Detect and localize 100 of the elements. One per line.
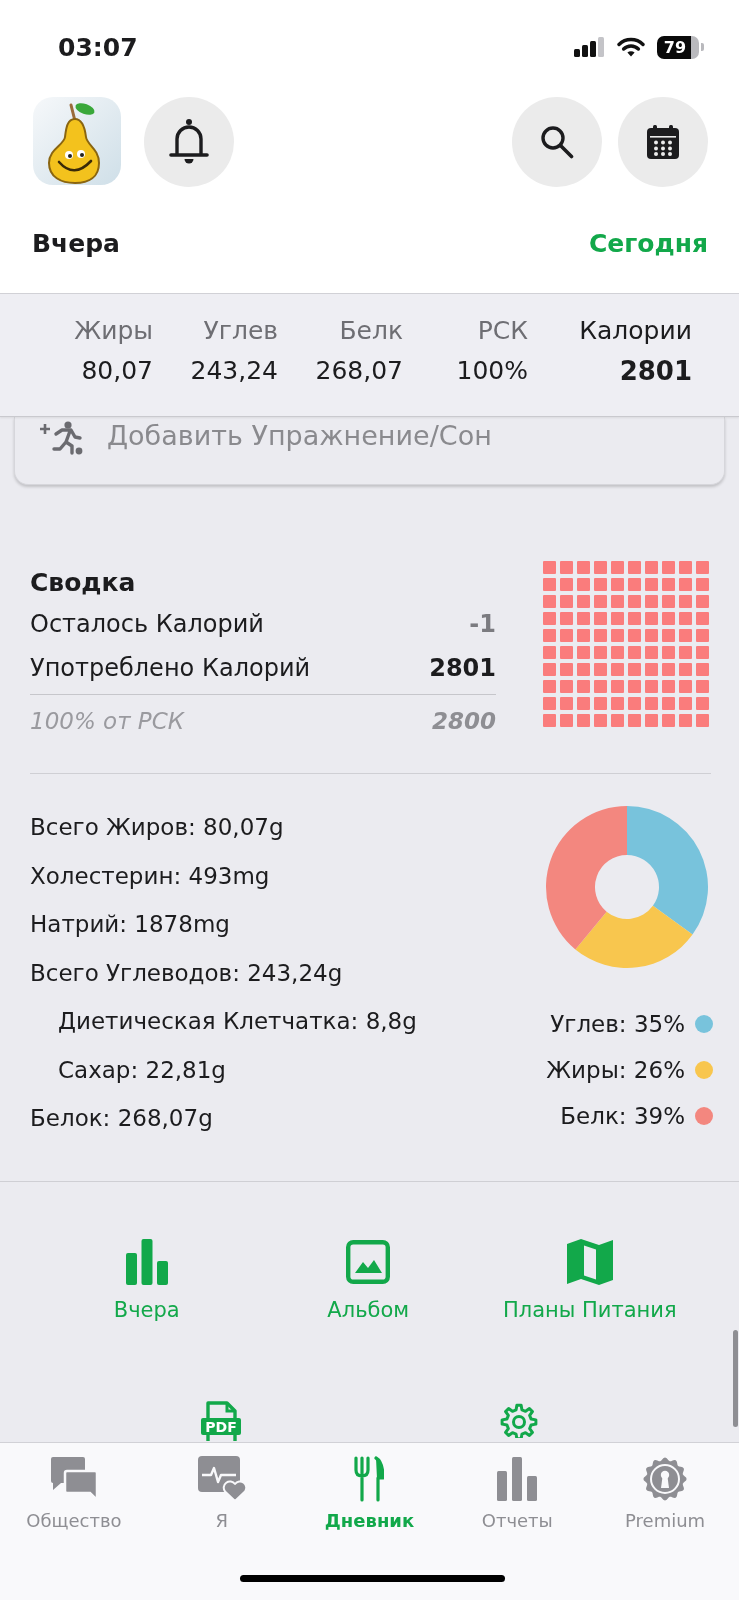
waffle-square (543, 629, 556, 642)
waffle-square (628, 595, 641, 608)
waffle-square (628, 578, 641, 591)
stat-value: 100% (456, 355, 528, 387)
keyhole-badge-icon (642, 1456, 689, 1502)
summary-title: Сводка (30, 567, 136, 599)
waffle-square (611, 646, 624, 659)
waffle-square (679, 578, 692, 591)
waffle-square (696, 612, 709, 625)
waffle-square (611, 629, 624, 642)
waffle-square (696, 578, 709, 591)
waffle-square (662, 646, 675, 659)
waffle-square (594, 697, 607, 710)
goal-label: 100% от РСК (30, 708, 185, 734)
goal-value: 2800 (432, 708, 496, 734)
waffle-square (628, 714, 641, 727)
waffle-square (594, 680, 607, 693)
waffle-square (560, 612, 573, 625)
add-exercise-button[interactable]: Добавить Упражнение/Сон (14, 417, 725, 485)
waffle-square (662, 578, 675, 591)
waffle-square (645, 697, 658, 710)
waffle-square (543, 714, 556, 727)
waffle-square (577, 578, 590, 591)
nutrient-line: Диетическая Клетчатка: 8,8g (58, 1007, 417, 1036)
nutrient-line: Сахар: 22,81g (58, 1055, 226, 1085)
status-time: 03:07 (58, 32, 138, 62)
waffle-square (628, 629, 641, 642)
waffle-square (662, 680, 675, 693)
waffle-square (696, 561, 709, 574)
settings-icon[interactable] (499, 1401, 539, 1438)
waffle-square (577, 612, 590, 625)
map-icon (566, 1239, 613, 1285)
bar-chart-icon (125, 1239, 168, 1285)
waffle-square (594, 561, 607, 574)
waffle-square (611, 697, 624, 710)
waffle-square (543, 680, 556, 693)
waffle-square (645, 561, 658, 574)
waffle-square (577, 697, 590, 710)
nutrient-line: Всего Углеводов: 243,24g (30, 958, 343, 988)
stat-label: Белк (339, 315, 403, 347)
waffle-square (645, 680, 658, 693)
waffle-square (577, 629, 590, 642)
stat-value: 243,24 (190, 355, 278, 387)
waffle-square (628, 663, 641, 676)
album-button[interactable]: Альбом (327, 1239, 410, 1323)
waffle-square (560, 663, 573, 676)
waffle-square (611, 578, 624, 591)
battery-indicator: 79 (657, 35, 704, 59)
waffle-square (594, 612, 607, 625)
meal-plans-button[interactable]: Планы Питания (502, 1239, 677, 1323)
tab-item[interactable]: Я (197, 1456, 246, 1532)
nutrient-line: Белок: 268,07g (30, 1104, 213, 1133)
picture-icon (346, 1239, 391, 1285)
tab-item[interactable]: Отчеты (481, 1456, 553, 1532)
waffle-square (560, 578, 573, 591)
waffle-square (594, 646, 607, 659)
waffle-square (543, 595, 556, 608)
chart-button[interactable]: Вчера (113, 1239, 180, 1323)
stat-label: Жиры (74, 315, 153, 347)
waffle-square (594, 578, 607, 591)
waffle-square (543, 561, 556, 574)
waffle-square (679, 680, 692, 693)
waffle-square (696, 629, 709, 642)
waffle-square (577, 663, 590, 676)
waffle-square (662, 663, 675, 676)
waffle-square (560, 561, 573, 574)
waffle-square (577, 646, 590, 659)
pear-logo-icon (33, 97, 121, 185)
waffle-square (611, 561, 624, 574)
waffle-square (696, 714, 709, 727)
waffle-square (543, 578, 556, 591)
waffle-square (662, 612, 675, 625)
legend-label: Жиры: 26% (546, 1057, 685, 1083)
waffle-square (645, 714, 658, 727)
waffle-square (679, 646, 692, 659)
waffle-square (560, 646, 573, 659)
stat-label: Калории (579, 315, 692, 347)
waffle-square (611, 663, 624, 676)
today-button[interactable]: Сегодня (588, 229, 708, 258)
date-title: Вчера (32, 229, 120, 258)
tab-item[interactable]: Общество (26, 1456, 122, 1532)
legend-label: Углев: 35% (550, 1011, 685, 1037)
waffle-square (679, 714, 692, 727)
stat-value: 2801 (619, 355, 692, 388)
waffle-square (645, 646, 658, 659)
fork-knife-icon (354, 1456, 385, 1502)
tab-item[interactable]: Дневник (324, 1456, 415, 1532)
waffle-square (543, 646, 556, 659)
waffle-square (577, 680, 590, 693)
tab-item[interactable]: Premium (625, 1456, 706, 1532)
waffle-square (662, 629, 675, 642)
waffle-square (679, 595, 692, 608)
waffle-square (543, 612, 556, 625)
waffle-square (645, 578, 658, 591)
waffle-square (628, 612, 641, 625)
stat-label: Углев (203, 315, 278, 347)
waffle-square (628, 680, 641, 693)
waffle-square (611, 595, 624, 608)
summary-label: Употреблено Калорий (30, 654, 311, 682)
waffle-square (696, 595, 709, 608)
